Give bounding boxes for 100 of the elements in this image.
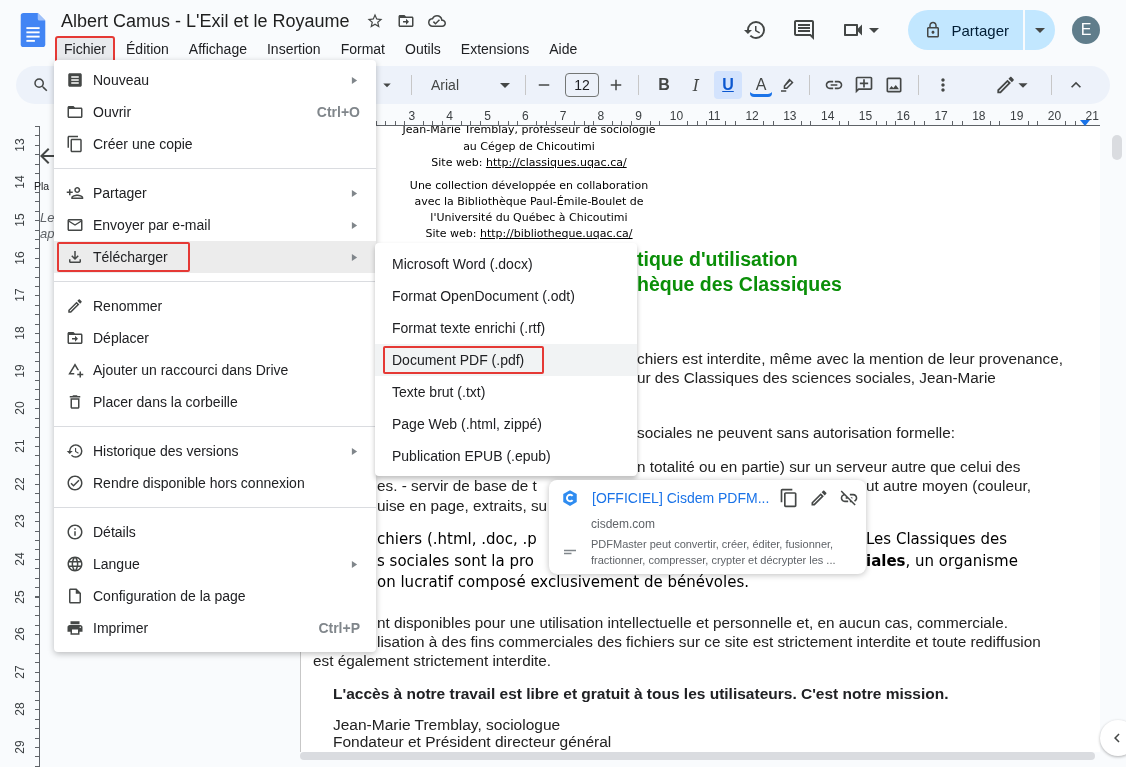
share-button[interactable]: Partager <box>908 10 1023 50</box>
unlink-icon[interactable] <box>839 488 860 508</box>
document-text: sociales ne peuvent sans autorisation formelle: <box>637 422 955 442</box>
pencil-icon[interactable] <box>994 74 1030 96</box>
cloud-check-icon[interactable] <box>427 12 446 30</box>
document-text: chiers est interdite, même avec la mention de leur provenance, <box>637 348 1063 368</box>
submenu-item[interactable]: Document PDF (.pdf) <box>375 344 637 376</box>
star-icon[interactable] <box>365 12 384 30</box>
menu-bar-item[interactable]: Outils <box>396 36 450 63</box>
document-text: Les Classiques des <box>866 529 1007 550</box>
copy-icon[interactable] <box>779 488 800 508</box>
ruler-number: 16 <box>12 251 27 265</box>
menu-bar-item[interactable]: Aide <box>540 36 587 63</box>
menu-item[interactable]: Télécharger <box>54 241 376 273</box>
ruler-number: 17 <box>933 110 949 125</box>
menu-bar-item[interactable]: Affichage <box>179 36 256 63</box>
document-text: lisation à des fins commerciales des fichiers sur ce site est strictement interdite et toute rediffusion <box>377 631 1041 651</box>
document-text: hèque des Classiques <box>637 271 842 297</box>
menu-item[interactable]: Rendre disponible hors connexion <box>54 467 376 499</box>
menu-item[interactable]: Configuration de la page <box>54 580 376 612</box>
document-text: uise en page, extraits, su <box>377 495 548 515</box>
scrollbar-thumb[interactable] <box>300 752 1095 760</box>
italic-button[interactable]: I <box>682 71 710 99</box>
hexagon-logo-icon <box>561 489 579 507</box>
menu-item[interactable]: Renommer <box>54 290 376 322</box>
menu-item[interactable]: Ajouter un raccourci dans Drive <box>54 354 376 386</box>
ruler-number: 28 <box>12 702 27 717</box>
document-title[interactable]: Albert Camus - L'Exil et le Royaume <box>61 10 350 32</box>
menu-item[interactable]: Historique des versions <box>54 435 376 467</box>
menu-item[interactable]: Envoyer par e-mail <box>54 209 376 241</box>
comment-icon[interactable] <box>792 18 817 42</box>
submenu-item[interactable]: Format texte enrichi (.rtf) <box>375 312 637 344</box>
scrollbar-thumb[interactable] <box>1112 135 1122 160</box>
search-icon[interactable] <box>32 76 50 94</box>
pencil-icon <box>66 297 84 315</box>
menu-item-label: Rendre disponible hors connexion <box>93 475 305 491</box>
caret-icon <box>1035 27 1045 33</box>
submenu-item[interactable]: Format OpenDocument (.odt) <box>375 280 637 312</box>
ruler-number: 17 <box>12 288 27 303</box>
menu-item[interactable]: Nouveau <box>54 64 376 96</box>
history-icon <box>66 442 84 460</box>
link-title[interactable]: [OFFICIEL] Cisdem PDFM... <box>592 490 770 506</box>
menu-item[interactable]: Ouvrir Ctrl+O <box>54 96 376 128</box>
side-panel-toggle[interactable] <box>1100 720 1126 756</box>
ruler-number: 13 <box>782 110 798 125</box>
submenu-item-label: Format OpenDocument (.odt) <box>392 288 575 304</box>
document-text: Site web: http://classiques.uqac.ca/ <box>431 155 627 171</box>
ruler-number: 18 <box>971 110 987 125</box>
submenu-item[interactable]: Texte brut (.txt) <box>375 376 637 408</box>
history-icon[interactable] <box>743 18 768 42</box>
image-icon[interactable] <box>884 75 904 95</box>
menu-item[interactable]: Placer dans la corbeille <box>54 386 376 418</box>
add-comment-icon[interactable] <box>854 75 874 95</box>
document-text: l'Université du Québec à Chicoutimi <box>430 210 628 226</box>
menu-bar-item[interactable]: Extensions <box>451 36 539 63</box>
text-color-button[interactable]: A <box>750 73 772 97</box>
document-text: tique d'utilisation <box>637 246 798 272</box>
ruler-number: 21 <box>1084 110 1100 125</box>
printer-icon <box>66 619 84 637</box>
submenu-item[interactable]: Publication EPUB (.epub) <box>375 440 637 472</box>
menu-bar-item[interactable]: Insertion <box>257 36 330 63</box>
docs-logo-icon[interactable] <box>20 13 46 47</box>
menu-item-label: Nouveau <box>93 72 150 88</box>
ruler-number: 14 <box>12 175 27 190</box>
document-link[interactable]: http://classiques.uqac.ca/ <box>485 156 627 169</box>
link-description: PDFMaster peut convertir, créer, éditer, fusionner, fractionner, compresser, crypter et décrypter les ... <box>591 537 837 568</box>
submenu-item[interactable]: Microsoft Word (.docx) <box>375 248 637 280</box>
highlighter-icon[interactable] <box>778 76 796 94</box>
copy-icon <box>66 135 84 153</box>
outline-text: ap <box>40 226 56 242</box>
menu-item[interactable]: Créer une copie <box>54 128 376 160</box>
ruler-number: 23 <box>12 514 27 528</box>
ruler-number: 6 <box>520 110 530 125</box>
ruler-number: 4 <box>445 110 455 125</box>
menu-bar-item[interactable]: Édition <box>117 36 178 63</box>
account-avatar[interactable]: E <box>1072 16 1100 44</box>
document-text: on lucratif composé exclusivement de bénévoles. <box>377 572 749 593</box>
menu-item[interactable]: Détails <box>54 516 376 548</box>
folder-arrow-icon[interactable] <box>396 12 415 30</box>
underline-button[interactable]: U <box>714 71 742 99</box>
font-size-field[interactable]: 12 <box>565 73 599 97</box>
font-dropdown[interactable]: Arial <box>421 77 516 93</box>
share-options-button[interactable] <box>1025 10 1055 50</box>
menu-item[interactable]: Déplacer <box>54 322 376 354</box>
document-text: Fondateur et Président directeur général <box>333 733 612 750</box>
menu-bar-item[interactable]: Format <box>331 36 394 63</box>
globe-icon <box>66 555 84 573</box>
submenu-item[interactable]: Page Web (.html, zippé) <box>375 408 637 440</box>
page-icon <box>66 587 84 605</box>
ruler-number: 16 <box>895 110 911 125</box>
document-text: au Cégep de Chicoutimi <box>463 138 595 155</box>
menu-item[interactable]: Imprimer Ctrl+P <box>54 612 376 644</box>
menu-item[interactable]: Partager <box>54 177 376 209</box>
ruler-number: 15 <box>857 110 874 125</box>
document-link[interactable]: http://bibliotheque.uqac.ca/ <box>480 227 633 240</box>
menu-item-label: Partager <box>93 185 147 201</box>
document-text: chiers (.html, .doc, .p <box>377 529 537 550</box>
menu-item[interactable]: Langue <box>54 548 376 580</box>
document-text: s sociales sont la pro <box>377 550 534 572</box>
bold-button[interactable]: B <box>650 71 678 99</box>
